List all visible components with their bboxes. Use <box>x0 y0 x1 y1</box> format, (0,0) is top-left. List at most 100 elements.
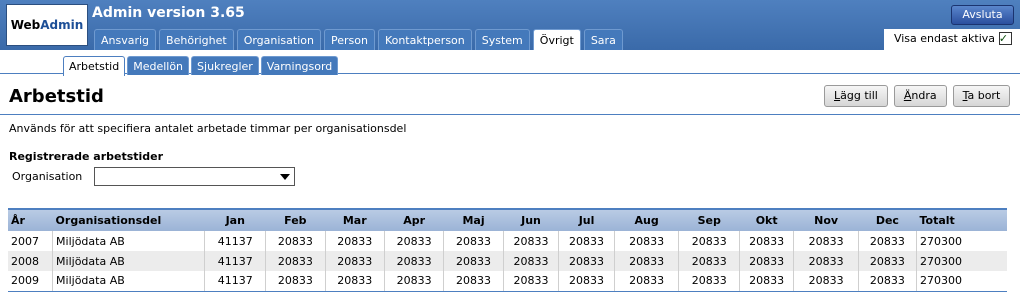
col-header-maj[interactable]: Maj <box>443 208 504 231</box>
add-label: ägg till <box>840 89 878 102</box>
tab-behorighet[interactable]: Behörighet <box>159 29 234 50</box>
active-filter: Visa endast aktiva ✓ <box>894 32 1012 45</box>
organisation-label: Organisation <box>12 170 83 183</box>
active-only-checkbox[interactable]: ✓ <box>999 32 1012 45</box>
cell-month-hours: 20833 <box>325 271 385 292</box>
col-header-sep[interactable]: Sep <box>678 208 740 231</box>
cell-month-hours: 20833 <box>858 231 917 251</box>
tab-sara[interactable]: Sara <box>583 29 623 50</box>
cell-month-hours: 20833 <box>858 251 917 271</box>
cell-month-hours: 20833 <box>265 231 326 251</box>
delete-label: a bort <box>967 89 1001 102</box>
dropdown-arrow-icon <box>280 174 290 180</box>
cell-month-hours: 20833 <box>384 231 445 251</box>
tab-system[interactable]: System <box>474 29 530 50</box>
table-row[interactable]: 2008 Miljödata AB 41137 20833 20833 20833 2083… <box>8 251 1007 271</box>
title-divider <box>0 114 1020 115</box>
col-header-okt[interactable]: Okt <box>739 208 794 231</box>
action-buttons: Lägg till Ändra Ta bort <box>824 85 1016 107</box>
col-header-jul[interactable]: Jul <box>558 208 615 231</box>
cell-month-hours: 41137 <box>204 251 267 271</box>
tab-person[interactable]: Person <box>323 29 375 50</box>
cell-month-hours: 20833 <box>678 251 741 271</box>
cell-month-hours: 20833 <box>614 251 680 271</box>
cell-month-hours: 20833 <box>793 271 859 292</box>
logo-prefix: Web <box>10 18 41 32</box>
tab-kontaktperson[interactable]: Kontaktperson <box>377 29 472 50</box>
cell-month-hours: 20833 <box>325 231 385 251</box>
active-filter-label: Visa endast aktiva <box>893 32 995 45</box>
col-header-jun[interactable]: Jun <box>503 208 559 231</box>
working-hours-table: År Organisationsdel Jan Feb Mar Apr Maj … <box>8 208 1007 292</box>
cell-month-hours: 20833 <box>614 231 680 251</box>
tab-organisation[interactable]: Organisation <box>236 29 321 50</box>
cell-month-hours: 20833 <box>384 251 445 271</box>
cell-month-hours: 20833 <box>503 251 560 271</box>
main-tab-bar: Ansvarig Behörighet Organisation Person … <box>94 29 626 50</box>
subtab-medellon[interactable]: Medellön <box>127 56 190 75</box>
cell-year: 2007 <box>8 231 54 251</box>
sub-tabs: Arbetstid Medellön Sjukregler Varningsor… <box>63 56 340 76</box>
subtab-sjukregler[interactable]: Sjukregler <box>191 56 259 75</box>
add-button[interactable]: Lägg till <box>824 85 888 107</box>
col-header-orgdel[interactable]: Organisationsdel <box>52 208 205 231</box>
exit-button[interactable]: Avsluta <box>951 5 1014 25</box>
cell-month-hours: 41137 <box>204 271 267 292</box>
table-row[interactable]: 2009 Miljödata AB 41137 20833 20833 20833 2083… <box>8 271 1007 292</box>
edit-label: ndra <box>911 89 937 102</box>
col-header-nov[interactable]: Nov <box>793 208 859 231</box>
cell-month-hours: 20833 <box>325 251 385 271</box>
cell-month-hours: 20833 <box>443 251 504 271</box>
cell-total: 270300 <box>916 251 1007 271</box>
cell-total: 270300 <box>919 234 962 248</box>
cell-month-hours: 20833 <box>265 251 326 271</box>
cell-month-hours: 20833 <box>793 251 859 271</box>
tab-ansvarig[interactable]: Ansvarig <box>94 29 157 50</box>
cell-month-hours: 20833 <box>503 231 560 251</box>
app-title: Admin version 3.65 <box>92 5 245 21</box>
cell-orgdel: Miljödata AB <box>52 271 206 292</box>
col-header-dec[interactable]: Dec <box>858 208 917 231</box>
tab-ovrigt[interactable]: Övrigt <box>532 29 581 50</box>
col-header-jan[interactable]: Jan <box>204 208 266 231</box>
col-header-totalt[interactable]: Totalt <box>916 208 1007 231</box>
cell-month-hours: 20833 <box>739 231 795 251</box>
cell-orgdel: Miljödata AB <box>52 251 206 271</box>
app-header: Web Admin Admin version 3.65 Avsluta Ansv… <box>0 0 1020 50</box>
cell-month-hours: 20833 <box>793 231 859 251</box>
cell-month-hours: 20833 <box>443 271 504 292</box>
webadmin-logo: Web Admin <box>6 4 88 46</box>
section-heading: Registrerade arbetstider <box>9 150 164 163</box>
cell-month-hours: 20833 <box>739 271 795 292</box>
col-header-apr[interactable]: Apr <box>384 208 444 231</box>
cell-month-hours: 20833 <box>503 271 560 292</box>
table-row[interactable]: 2007 Miljödata AB 41137 20833 20833 20833 2083… <box>8 231 1007 251</box>
subtab-varningsord[interactable]: Varningsord <box>260 56 339 75</box>
cell-month-hours: 20833 <box>678 271 741 292</box>
col-header-year[interactable]: År <box>8 208 53 231</box>
organisation-select[interactable] <box>94 167 295 186</box>
checkmark-icon: ✓ <box>998 32 1009 45</box>
cell-month-hours: 20833 <box>265 271 326 292</box>
edit-button[interactable]: Ändra <box>893 85 947 107</box>
col-header-feb[interactable]: Feb <box>265 208 326 231</box>
cell-total: 270300 <box>916 271 1007 292</box>
delete-button[interactable]: Ta bort <box>952 85 1011 107</box>
col-header-mar[interactable]: Mar <box>325 208 385 231</box>
col-header-aug[interactable]: Aug <box>614 208 679 231</box>
cell-month-hours: 20833 <box>443 231 504 251</box>
cell-month-hours: 20833 <box>384 271 445 292</box>
cell-orgdel: Miljödata AB <box>52 231 206 251</box>
cell-month-hours: 20833 <box>558 251 615 271</box>
page-description: Används för att specifiera antalet arbet… <box>9 122 407 135</box>
cell-month-hours: 20833 <box>558 231 615 251</box>
cell-month-hours: 20833 <box>614 271 680 292</box>
cell-year: 2009 <box>8 271 54 292</box>
cell-month-hours: 20833 <box>678 231 741 251</box>
cell-month-hours: 20833 <box>558 271 615 292</box>
cell-month-hours: 41137 <box>204 231 267 251</box>
cell-month-hours: 20833 <box>739 251 795 271</box>
subtab-arbetstid[interactable]: Arbetstid <box>63 56 126 76</box>
cell-month-hours: 20833 <box>858 271 917 292</box>
page-title: Arbetstid <box>9 86 104 107</box>
